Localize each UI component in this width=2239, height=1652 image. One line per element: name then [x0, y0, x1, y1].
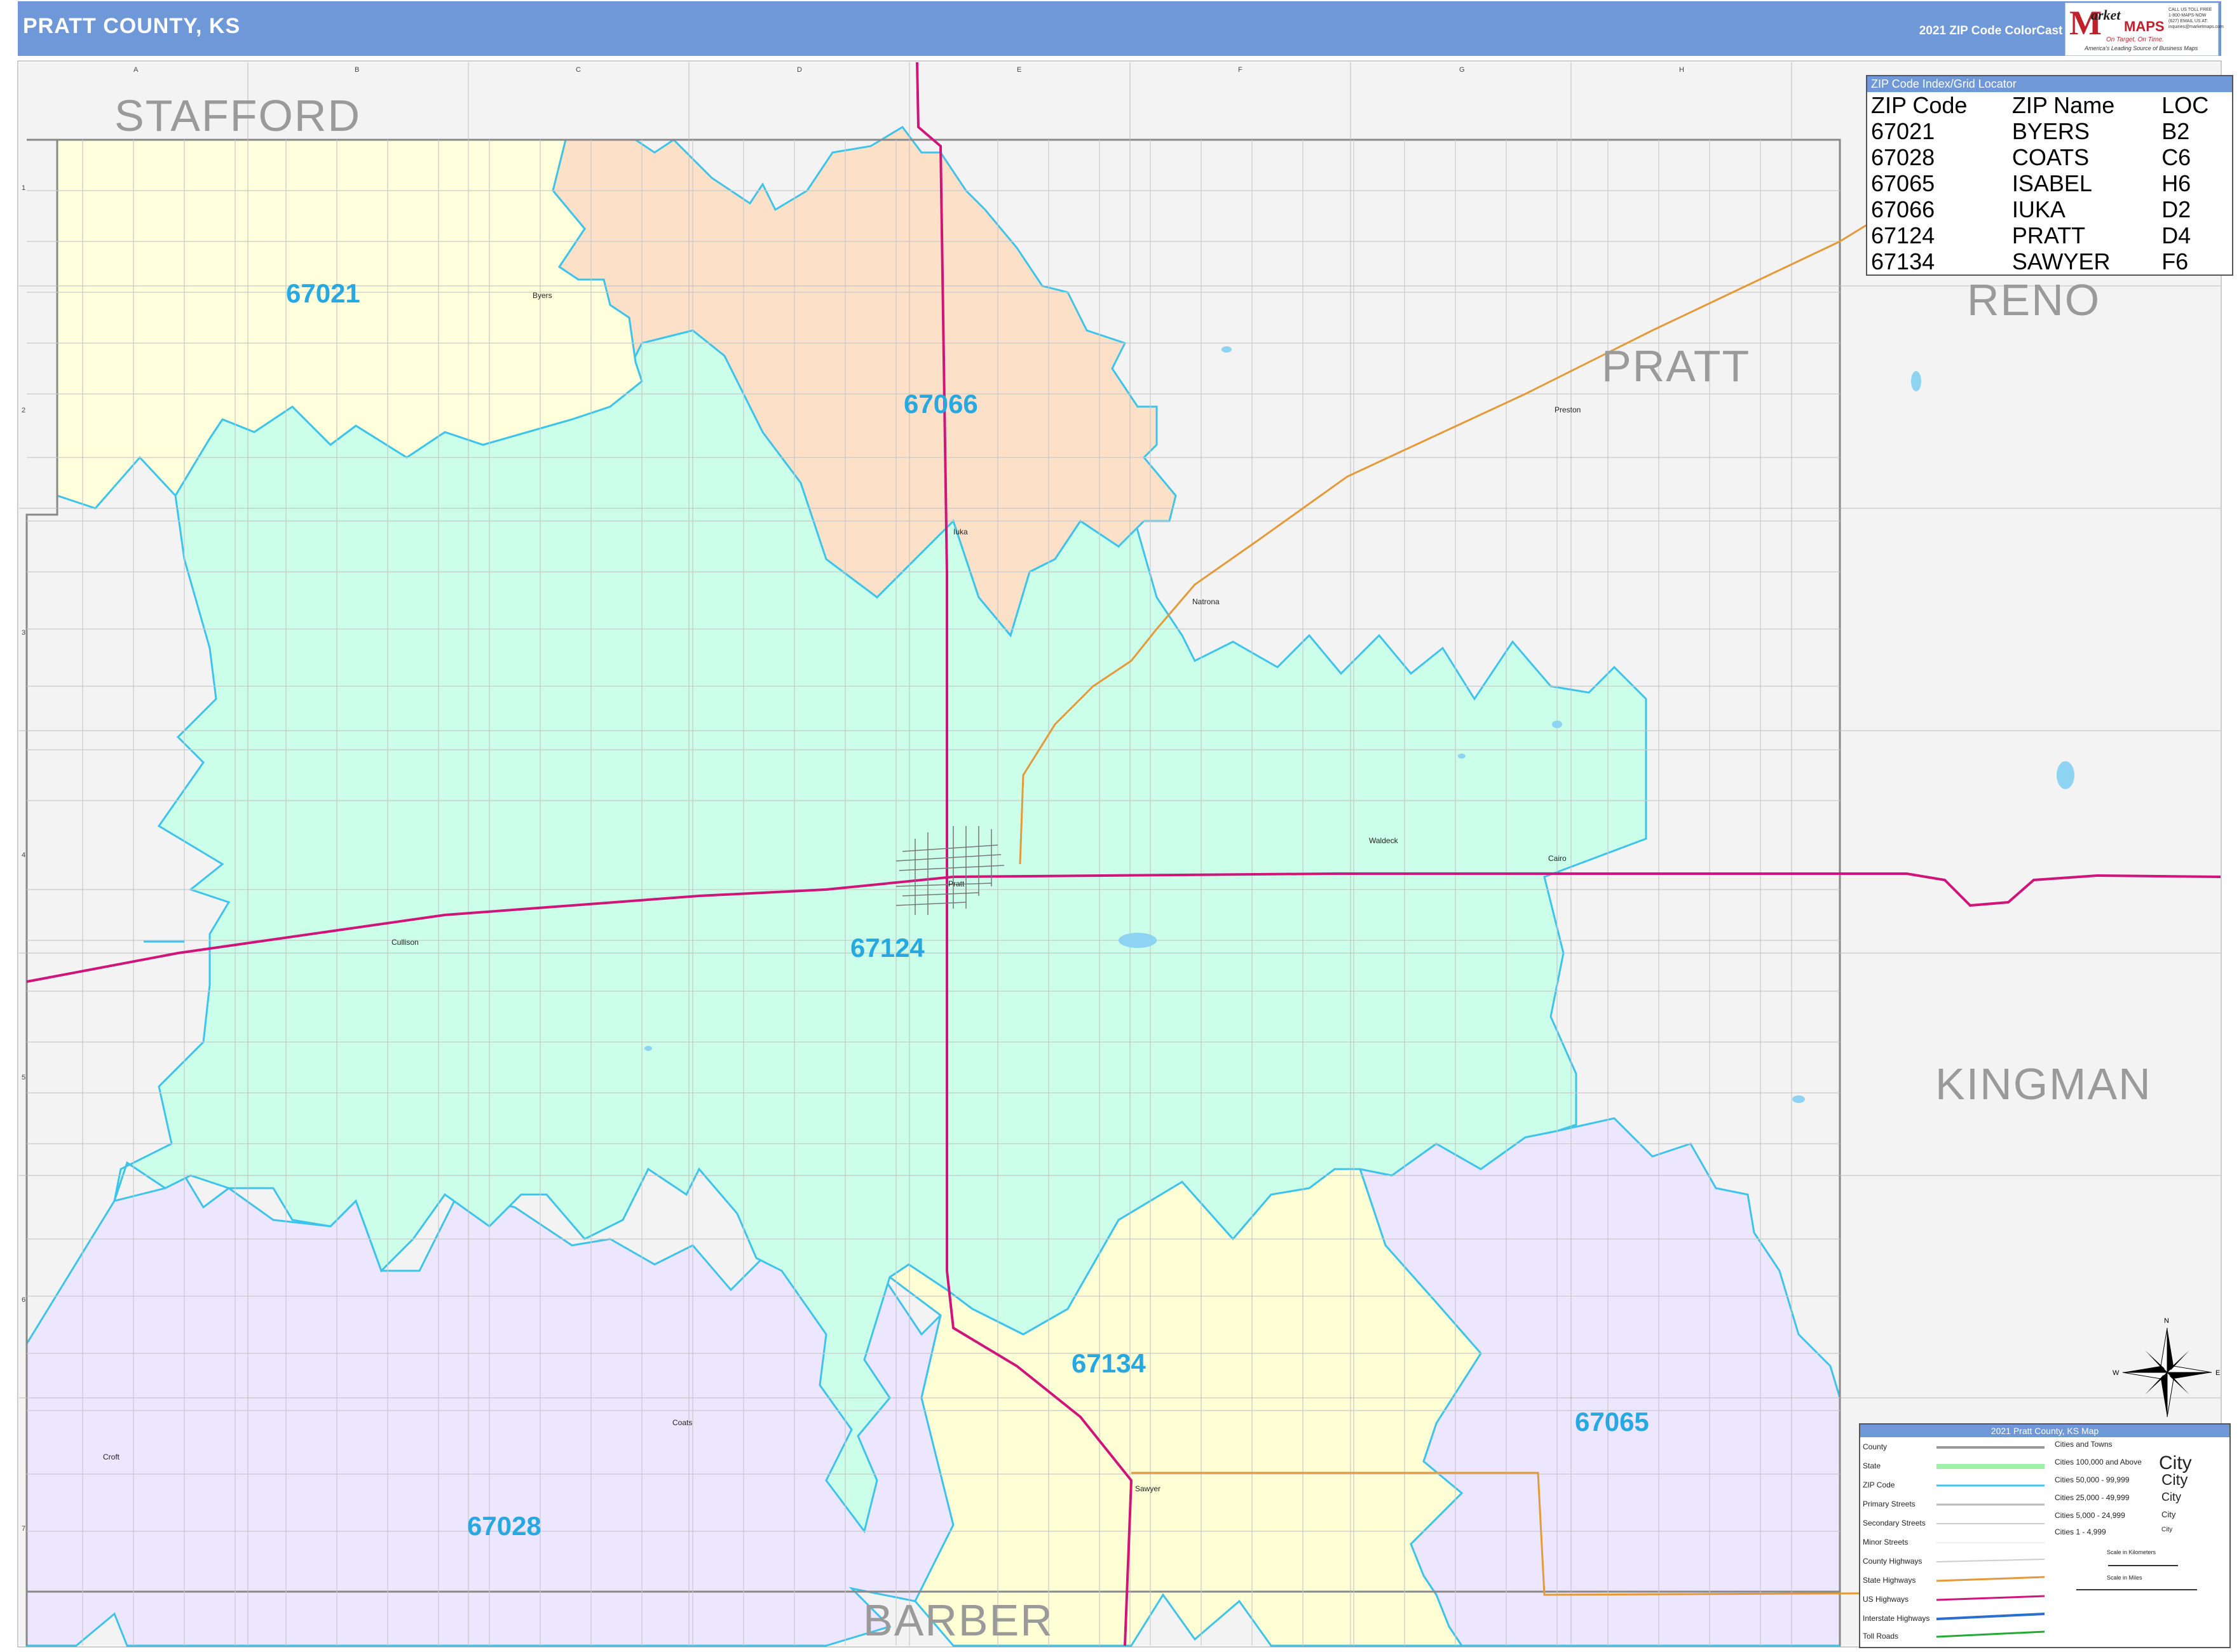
- grid-row-3: 3: [22, 629, 26, 637]
- town-preston: Preston: [1555, 405, 1581, 414]
- town-cairo: Cairo: [1548, 854, 1567, 863]
- zip-index-col-loc: LOC: [2161, 92, 2209, 118]
- grid-col-c: C: [576, 66, 581, 74]
- town-croft: Croft: [103, 1452, 120, 1461]
- zip-label-67124: 67124: [850, 933, 925, 963]
- zip-code-cell: 67124: [1871, 222, 1935, 248]
- zip-index-header-row: ZIP Code ZIP Name LOC: [1867, 92, 2232, 118]
- compass-n: N: [2164, 1317, 2169, 1325]
- zip-code-cell: 67028: [1871, 144, 1935, 170]
- zip-label-67021: 67021: [286, 278, 360, 308]
- zip-name-cell: PRATT: [2011, 222, 2086, 248]
- grid-row-6: 6: [22, 1296, 26, 1304]
- grid-col-g: G: [1459, 66, 1465, 74]
- grid-row-4: 4: [22, 851, 26, 859]
- table-row: 67134 SAWYER F6: [1867, 248, 2232, 274]
- zip-code-cell: 67066: [1871, 196, 1935, 222]
- zip-loc-cell: D4: [2161, 222, 2191, 248]
- county-label-stafford: STAFFORD: [114, 91, 362, 140]
- county-label-reno: RENO: [1967, 275, 2101, 325]
- grid-col-d: D: [797, 66, 802, 74]
- county-label-kingman: KINGMAN: [1935, 1059, 2152, 1109]
- zip-name-cell: BYERS: [2011, 118, 2090, 144]
- town-waldeck: Waldeck: [1369, 836, 1398, 845]
- zip-label-67134: 67134: [1072, 1348, 1146, 1378]
- zip-index-table: ZIP Code Index/Grid Locator ZIP Code ZIP…: [1866, 75, 2233, 276]
- zip-code-cell: 67134: [1871, 248, 1935, 274]
- zip-index-col-name: ZIP Name: [2011, 92, 2115, 118]
- zip-loc-cell: B2: [2161, 118, 2190, 144]
- zip-loc-cell: H6: [2161, 170, 2191, 196]
- town-cullison: Cullison: [391, 938, 419, 947]
- table-row: 67124 PRATT D4: [1867, 222, 2232, 248]
- zip-loc-cell: F6: [2161, 248, 2189, 274]
- town-iuka: Iuka: [953, 527, 968, 536]
- zip-index-heading: ZIP Code Index/Grid Locator: [1867, 76, 2232, 92]
- town-natrona: Natrona: [1192, 597, 1220, 606]
- zip-loc-cell: D2: [2161, 196, 2191, 222]
- map-legend: 2021 Pratt County, KS Map County State Z…: [1859, 1423, 2231, 1648]
- zip-code-cell: 67065: [1871, 170, 1935, 196]
- compass-w: W: [2113, 1369, 2120, 1377]
- grid-row-7: 7: [22, 1525, 26, 1533]
- grid-row-5: 5: [22, 1074, 26, 1081]
- grid-col-h: H: [1679, 66, 1684, 74]
- grid-col-f: F: [1238, 66, 1242, 74]
- town-pratt: Pratt: [948, 879, 965, 888]
- legend-swatches: [1936, 1446, 2197, 1638]
- town-byers: Byers: [533, 291, 552, 300]
- grid-col-e: E: [1017, 66, 1022, 74]
- zip-label-67028: 67028: [467, 1511, 541, 1541]
- grid-col-b: B: [355, 66, 360, 74]
- zip-name-cell: IUKA: [2011, 196, 2065, 222]
- grid-col-a: A: [133, 66, 139, 74]
- county-label-pratt: PRATT: [1602, 341, 1751, 391]
- table-row: 67066 IUKA D2: [1867, 196, 2232, 222]
- zip-label-67066: 67066: [904, 389, 978, 419]
- grid-row-2: 2: [22, 407, 26, 414]
- town-sawyer: Sawyer: [1135, 1484, 1161, 1493]
- town-coats: Coats: [672, 1418, 693, 1427]
- table-row: 67065 ISABEL H6: [1867, 170, 2232, 196]
- zip-code-cell: 67021: [1871, 118, 1935, 144]
- zip-name-cell: SAWYER: [2011, 248, 2111, 274]
- grid-row-1: 1: [22, 184, 26, 192]
- zip-label-67065: 67065: [1575, 1407, 1649, 1437]
- zip-name-cell: ISABEL: [2011, 170, 2092, 196]
- county-label-barber: BARBER: [863, 1595, 1054, 1645]
- table-row: 67021 BYERS B2: [1867, 118, 2232, 144]
- table-row: 67028 COATS C6: [1867, 144, 2232, 170]
- zip-name-cell: COATS: [2011, 144, 2090, 170]
- zip-index-col-code: ZIP Code: [1871, 92, 1968, 118]
- zip-loc-cell: C6: [2161, 144, 2191, 170]
- compass-e: E: [2215, 1369, 2220, 1377]
